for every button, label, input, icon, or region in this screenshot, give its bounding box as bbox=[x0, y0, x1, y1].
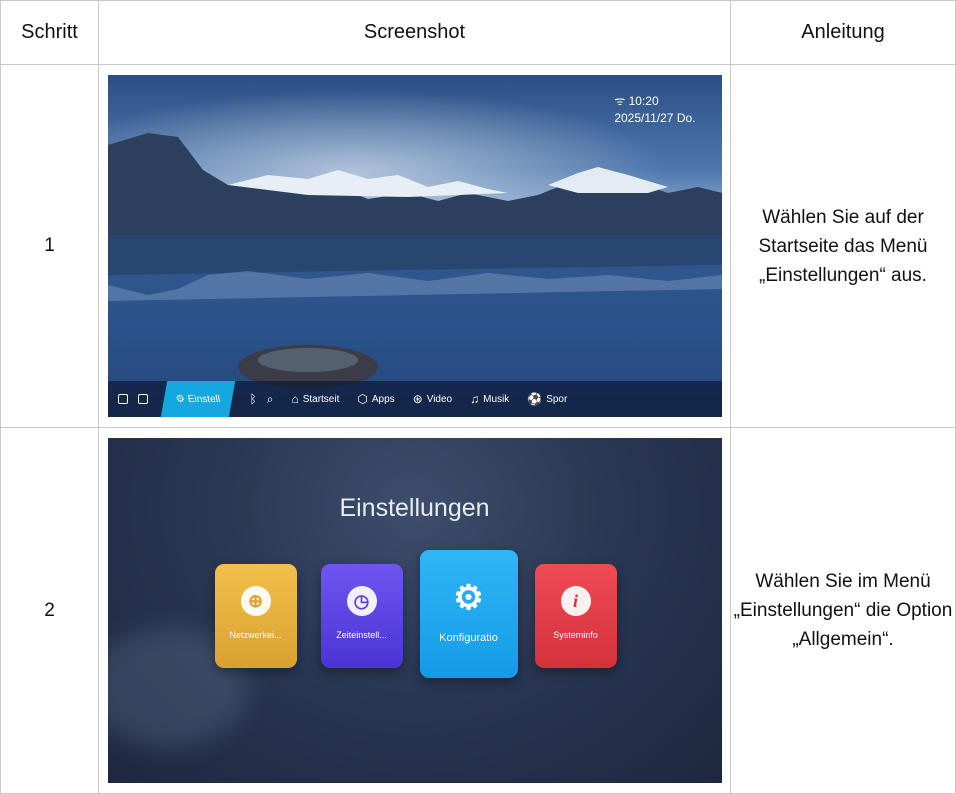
gear-icon: ⚙ bbox=[174, 393, 186, 405]
video-icon: ⊛ bbox=[412, 392, 423, 406]
taskbar-item-search[interactable]: ⌕ bbox=[267, 392, 274, 407]
bluetooth-icon: ᛒ bbox=[249, 392, 257, 406]
sport-icon: ⚽ bbox=[527, 392, 543, 406]
taskbar-item-startseite[interactable]: ⌂ Startseit bbox=[291, 392, 339, 406]
tile-zeiteinstellung[interactable]: ◷ Zeiteinstell... bbox=[320, 564, 403, 668]
table-header-row: Schritt Screenshot Anleitung bbox=[0, 0, 956, 65]
gear-icon: ⚙ bbox=[453, 579, 484, 617]
search-icon: ⌕ bbox=[266, 391, 274, 406]
clock-display: ᯤ 10:20 2025/11/27 Do. bbox=[614, 93, 695, 127]
step-instruction: Wählen Sie im Menü „Einstellungen“ die O… bbox=[730, 427, 956, 794]
taskbar: ⚙ Einstell ᛒ ⌕ ⌂ Startseit ⬡ Apps ⊛ Video ♫… bbox=[107, 381, 722, 417]
tile-konfiguration[interactable]: ⚙ Konfiguratio bbox=[419, 550, 518, 678]
taskbar-item-apps[interactable]: ⬡ Apps bbox=[357, 392, 394, 406]
home-screen-screenshot: ᯤ 10:20 2025/11/27 Do. ⚙ Einstell ᛒ ⌕ ⌂ S… bbox=[107, 75, 722, 417]
header-screenshot: Screenshot bbox=[98, 0, 731, 65]
screenshot-cell: ᯤ 10:20 2025/11/27 Do. ⚙ Einstell ᛒ ⌕ ⌂ S… bbox=[98, 64, 731, 428]
info-icon: i bbox=[560, 586, 591, 616]
header-step: Schritt bbox=[0, 0, 99, 65]
home-icon: ⌂ bbox=[291, 392, 299, 406]
taskbar-item-bluetooth[interactable]: ᛒ bbox=[250, 392, 257, 406]
taskbar-item-video[interactable]: ⊛ Video bbox=[413, 392, 452, 406]
step-number: 2 bbox=[0, 427, 99, 794]
settings-screen-screenshot: Einstellungen ⊕ Netzwerkei... ◷ Zeiteins… bbox=[107, 438, 722, 783]
settings-title: Einstellungen bbox=[339, 494, 490, 522]
apps-icon: ⬡ bbox=[357, 392, 368, 406]
step-number: 1 bbox=[0, 64, 99, 428]
taskbar-item-sport[interactable]: ⚽ Spor bbox=[527, 392, 567, 406]
wifi-icon: ᯤ bbox=[614, 94, 626, 108]
header-instruction: Anleitung bbox=[730, 0, 956, 65]
clock-icon: ◷ bbox=[346, 586, 377, 616]
taskbar-item-musik[interactable]: ♫ Musik bbox=[470, 392, 509, 406]
taskbar-active-label: Einstell bbox=[186, 393, 221, 405]
doc-icon[interactable] bbox=[117, 394, 128, 404]
tile-netzwerk[interactable]: ⊕ Netzwerkei... bbox=[214, 564, 297, 668]
screenshot-cell: Einstellungen ⊕ Netzwerkei... ◷ Zeiteins… bbox=[98, 427, 731, 794]
tile-systeminfo[interactable]: i Systeminfo bbox=[534, 564, 617, 668]
date-label: 2025/11/27 Do. bbox=[614, 111, 696, 125]
table-row: 2 Einstellungen ⊕ Netzwerkei... ◷ Zeitei… bbox=[0, 427, 956, 794]
step-instruction: Wählen Sie auf der Startseite das Menü „… bbox=[730, 64, 956, 428]
globe-icon: ⊕ bbox=[240, 586, 271, 616]
time-label: 10:20 bbox=[628, 94, 659, 108]
music-icon: ♫ bbox=[470, 392, 480, 406]
taskbar-item-einstellungen[interactable]: ⚙ Einstell bbox=[160, 381, 235, 417]
input-icon[interactable] bbox=[137, 394, 148, 404]
steps-table: Schritt Screenshot Anleitung 1 ᯤ 10:20 2… bbox=[0, 0, 956, 794]
table-row: 1 ᯤ 10:20 2025/11/27 Do. ⚙ Einstell ᛒ ⌕ … bbox=[0, 64, 956, 428]
